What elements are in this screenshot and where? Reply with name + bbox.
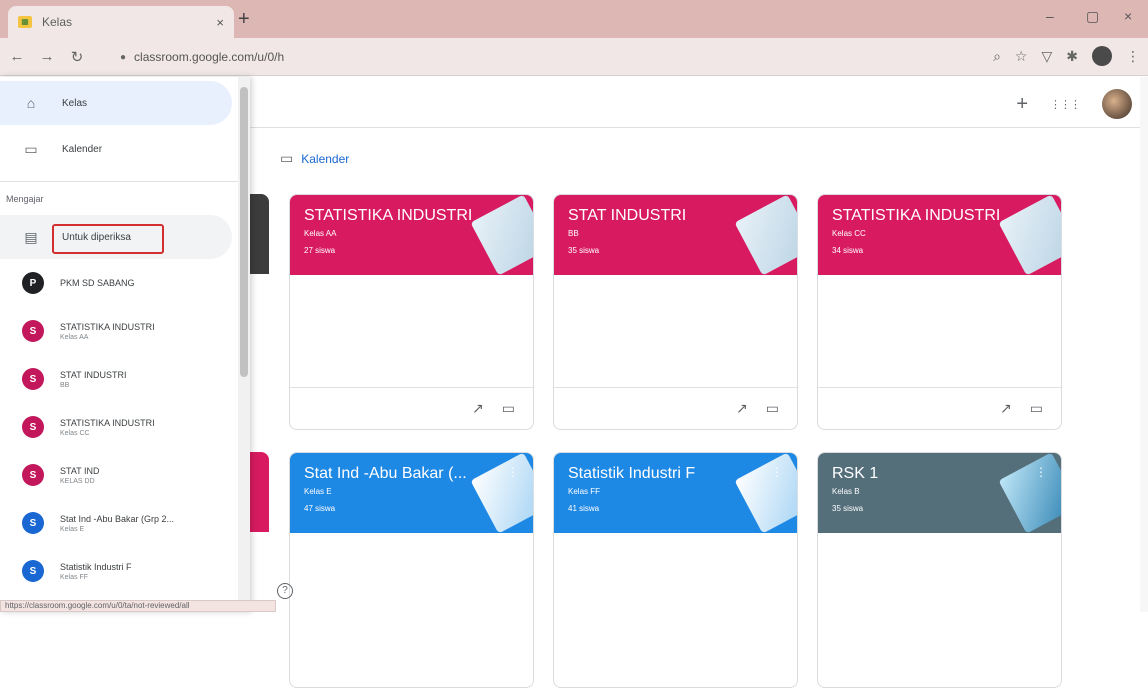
- folder-icon[interactable]: ▭: [502, 400, 515, 417]
- calendar-icon: ▭: [280, 150, 294, 166]
- navigation-drawer: ⌂ Kelas ▭ Kalender Mengajar ▤ Untuk dipe…: [0, 77, 250, 612]
- sidebar-scroll-thumb[interactable]: [240, 87, 248, 377]
- class-card[interactable]: ⋮ Statistik Industri F Kelas FF 41 siswa: [553, 452, 798, 688]
- classroom-favicon-icon: ▦: [18, 16, 32, 28]
- annotation-highlight-box: [52, 224, 164, 254]
- browser-toolbar-icons: ⌕ ☆ ▽ ✱ ⋮: [993, 46, 1140, 66]
- sidebar-item-label: Kalender: [62, 143, 103, 155]
- class-section: Kelas E: [60, 525, 85, 533]
- trending-icon[interactable]: ↗: [472, 400, 484, 417]
- class-card[interactable]: STAT INDUSTRI BB 35 siswa ↗ ▭: [553, 194, 798, 430]
- trending-icon[interactable]: ↗: [1000, 400, 1012, 417]
- folder-review-icon: ▤: [24, 228, 38, 245]
- sidebar-class-item[interactable]: P PKM SD SABANG: [0, 260, 240, 306]
- class-name: STATISTIKA INDUSTRI: [60, 321, 155, 332]
- class-card[interactable]: STATISTIKA INDUSTRI Kelas CC 34 siswa ↗ …: [817, 194, 1062, 430]
- class-name: STATISTIKA INDUSTRI: [60, 417, 155, 428]
- sidebar-class-item[interactable]: S STAT INDUSTRI BB: [0, 356, 240, 402]
- class-card-menu-icon[interactable]: ⋮: [1035, 465, 1047, 479]
- reload-icon[interactable]: ↻: [64, 48, 90, 66]
- url-text: classroom.google.com/u/0/h: [134, 50, 285, 64]
- class-card-header[interactable]: STAT INDUSTRI BB 35 siswa: [554, 195, 797, 275]
- tab-title: Kelas: [42, 15, 73, 29]
- calendar-link[interactable]: Kalender: [301, 152, 349, 166]
- class-card-menu-icon[interactable]: ⋮: [771, 465, 783, 479]
- breadcrumb: ▭ Kalender: [280, 150, 349, 167]
- class-card-header[interactable]: STATISTIKA INDUSTRI Kelas CC 34 siswa: [818, 195, 1061, 275]
- class-section: Kelas FF: [60, 573, 89, 581]
- home-icon: ⌂: [26, 95, 36, 111]
- class-section: BB: [60, 381, 70, 389]
- page-scrollbar[interactable]: [1140, 77, 1148, 612]
- back-arrow-icon[interactable]: ←: [4, 48, 30, 65]
- lock-icon: ●: [120, 51, 127, 63]
- class-section: Kelas AA: [60, 333, 89, 341]
- class-avatar: S: [22, 320, 44, 342]
- class-name: PKM SD SABANG: [60, 278, 135, 288]
- help-icon[interactable]: ?: [277, 583, 293, 599]
- sidebar-divider: [0, 181, 240, 182]
- address-bar[interactable]: ● classroom.google.com/u/0/h: [110, 44, 1014, 70]
- class-card-footer: ↗ ▭: [818, 387, 1061, 429]
- class-card-menu-icon[interactable]: ⋮: [507, 465, 519, 479]
- folder-icon[interactable]: ▭: [1030, 400, 1043, 417]
- class-avatar: S: [22, 464, 44, 486]
- class-avatar: S: [22, 368, 44, 390]
- class-card-header[interactable]: ⋮ Stat Ind -Abu Bakar (... Kelas E 47 si…: [290, 453, 533, 533]
- account-avatar[interactable]: [1102, 89, 1132, 119]
- extension-icon[interactable]: ▽: [1041, 48, 1052, 65]
- sidebar-class-item[interactable]: S STAT IND KELAS DD: [0, 452, 240, 498]
- calendar-icon: ▭: [24, 140, 38, 157]
- class-name: Stat Ind -Abu Bakar (Grp 2...: [60, 513, 175, 524]
- sidebar-class-item[interactable]: S Statistik Industri F Kelas FF: [0, 548, 240, 594]
- class-avatar: S: [22, 416, 44, 438]
- sidebar-class-item[interactable]: S Stat Ind -Abu Bakar (Grp 2... Kelas E: [0, 500, 240, 546]
- class-avatar: S: [22, 560, 44, 582]
- sidebar-section-label: Mengajar: [6, 194, 44, 204]
- add-class-icon[interactable]: +: [1016, 93, 1028, 116]
- class-card[interactable]: STATISTIKA INDUSTRI Kelas AA 27 siswa ↗ …: [289, 194, 534, 430]
- new-tab-button[interactable]: +: [238, 8, 250, 31]
- class-card-footer: ↗ ▭: [290, 387, 533, 429]
- browser-tab-strip: ▦ Kelas × + – ▢ ×: [0, 0, 1148, 38]
- bookmark-star-icon[interactable]: ☆: [1015, 48, 1028, 65]
- sidebar-item-kelas[interactable]: ⌂ Kelas: [0, 81, 232, 125]
- forward-arrow-icon[interactable]: →: [34, 48, 60, 65]
- class-card-header[interactable]: ⋮ RSK 1 Kelas B 35 siswa: [818, 453, 1061, 533]
- puzzle-icon[interactable]: ✱: [1066, 48, 1078, 65]
- tab-close-icon[interactable]: ×: [216, 15, 224, 30]
- class-avatar: P: [22, 272, 44, 294]
- browser-menu-icon[interactable]: ⋮: [1126, 48, 1140, 65]
- browser-toolbar: ← → ↻ ● classroom.google.com/u/0/h ⌕ ☆ ▽…: [0, 38, 1148, 76]
- class-card[interactable]: ⋮ Stat Ind -Abu Bakar (... Kelas E 47 si…: [289, 452, 534, 688]
- class-name: Statistik Industri F: [60, 561, 132, 572]
- class-card[interactable]: ⋮ RSK 1 Kelas B 35 siswa: [817, 452, 1062, 688]
- folder-icon[interactable]: ▭: [766, 400, 779, 417]
- trending-icon[interactable]: ↗: [736, 400, 748, 417]
- sidebar-class-item[interactable]: S STATISTIKA INDUSTRI Kelas CC: [0, 404, 240, 450]
- class-section: Kelas CC: [60, 429, 90, 437]
- minimize-button[interactable]: –: [1046, 8, 1054, 24]
- browser-tab[interactable]: ▦ Kelas ×: [8, 6, 234, 38]
- class-card-header[interactable]: STATISTIKA INDUSTRI Kelas AA 27 siswa: [290, 195, 533, 275]
- class-card-footer: ↗ ▭: [554, 387, 797, 429]
- status-bar-url: https://classroom.google.com/u/0/ta/not-…: [0, 600, 276, 612]
- window-close-button[interactable]: ×: [1124, 8, 1132, 24]
- zoom-icon[interactable]: ⌕: [993, 48, 1001, 65]
- apps-grid-icon[interactable]: ⋮⋮⋮: [1050, 98, 1081, 111]
- sidebar-class-item[interactable]: S STATISTIKA INDUSTRI Kelas AA: [0, 308, 240, 354]
- sidebar-item-label: Kelas: [62, 97, 88, 109]
- sidebar-item-kalender[interactable]: ▭ Kalender: [0, 127, 232, 171]
- class-name: STAT INDUSTRI: [60, 369, 127, 380]
- maximize-button[interactable]: ▢: [1086, 8, 1099, 25]
- profile-avatar[interactable]: [1092, 46, 1112, 66]
- class-name: STAT IND: [60, 465, 100, 476]
- class-card-header[interactable]: ⋮ Statistik Industri F Kelas FF 41 siswa: [554, 453, 797, 533]
- class-section: KELAS DD: [60, 477, 95, 485]
- class-avatar: S: [22, 512, 44, 534]
- app-bar-actions: + ⋮⋮⋮: [1016, 89, 1132, 119]
